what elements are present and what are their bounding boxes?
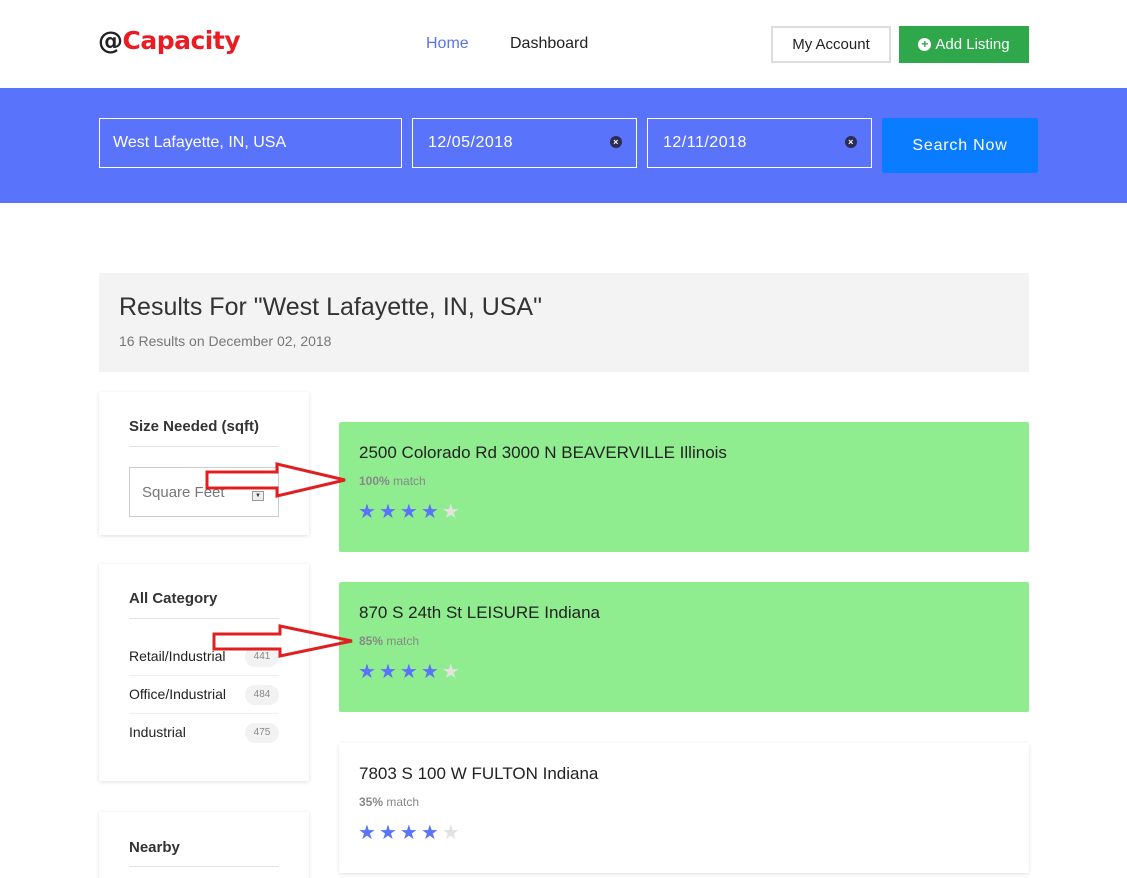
category-count-badge: 475: [245, 723, 279, 743]
nearby-filter-heading: Nearby: [129, 839, 180, 856]
nav-home-link[interactable]: Home: [426, 35, 469, 53]
star-icon: ★: [378, 661, 397, 683]
logo-name: Capacity: [122, 26, 241, 55]
star-icon: ★: [441, 501, 460, 523]
star-icon: ★: [399, 501, 418, 523]
star-icon: ★: [358, 501, 376, 523]
divider: [129, 446, 279, 447]
logo-at: @: [98, 26, 123, 55]
listing-card[interactable]: 2500 Colorado Rd 3000 N BEAVERVILLE Illi…: [339, 422, 1029, 552]
match-percent: 100%: [359, 474, 390, 488]
match-percent: 35%: [359, 795, 384, 809]
add-listing-label: Add Listing: [935, 36, 1010, 53]
red-arrow-icon: [212, 624, 353, 658]
listing-title[interactable]: 7803 S 100 W FULTON Indiana: [359, 764, 598, 784]
category-label: Industrial: [129, 724, 186, 740]
rating-stars: ★ ★ ★ ★ ★: [358, 662, 460, 682]
listing-card[interactable]: 870 S 24th St LEISURE Indiana 85% match …: [339, 582, 1029, 712]
search-band: West Lafayette, IN, USA 12/05/2018 × 12/…: [0, 88, 1127, 203]
red-arrow-icon: [205, 462, 346, 498]
results-subtitle: 16 Results on December 02, 2018: [119, 333, 332, 349]
site-logo[interactable]: @Capacity: [98, 26, 241, 55]
category-label: Office/Industrial: [129, 686, 227, 702]
nearby-filter-box: Nearby: [99, 812, 309, 878]
star-icon: ★: [399, 822, 418, 844]
top-header: @Capacity Home Dashboard My Account + Ad…: [0, 0, 1127, 88]
listing-title[interactable]: 870 S 24th St LEISURE Indiana: [359, 603, 600, 623]
location-value: West Lafayette, IN, USA: [113, 134, 287, 151]
start-date-value: 12/05/2018: [428, 134, 514, 151]
star-icon: ★: [420, 501, 439, 523]
end-date-input[interactable]: 12/11/2018 ×: [647, 118, 872, 168]
category-filter-box: All Category Retail/Industrial 441 Offic…: [99, 564, 309, 781]
start-date-input[interactable]: 12/05/2018 ×: [412, 118, 637, 168]
category-count-badge: 484: [245, 685, 279, 705]
star-icon: ★: [378, 822, 397, 844]
end-date-value: 12/11/2018: [663, 134, 747, 151]
match-word: match: [386, 795, 420, 809]
close-circle-icon[interactable]: ×: [845, 136, 857, 148]
match-word: match: [393, 474, 426, 488]
star-icon: ★: [420, 661, 439, 683]
rating-stars: ★ ★ ★ ★ ★: [358, 502, 460, 522]
category-filter-heading: All Category: [129, 590, 218, 607]
rating-stars: ★ ★ ★ ★ ★: [358, 823, 460, 843]
match-word: match: [386, 634, 420, 648]
results-header: Results For "West Lafayette, IN, USA" 16…: [99, 273, 1029, 372]
star-icon: ★: [441, 661, 460, 683]
category-item-office-industrial[interactable]: Office/Industrial 484: [129, 676, 279, 714]
listing-card[interactable]: 7803 S 100 W FULTON Indiana 35% match ★ ★…: [339, 743, 1029, 873]
close-circle-icon[interactable]: ×: [610, 136, 622, 148]
listing-title[interactable]: 2500 Colorado Rd 3000 N BEAVERVILLE Illi…: [359, 443, 727, 463]
location-input[interactable]: West Lafayette, IN, USA: [99, 118, 402, 168]
star-icon: ★: [358, 822, 376, 844]
listing-match: 85% match: [359, 634, 419, 648]
listing-match: 100% match: [359, 474, 426, 488]
category-item-industrial[interactable]: Industrial 475: [129, 714, 279, 752]
my-account-label: My Account: [792, 36, 870, 53]
results-title: Results For "West Lafayette, IN, USA": [119, 293, 542, 321]
star-icon: ★: [378, 501, 397, 523]
my-account-button[interactable]: My Account: [771, 26, 891, 63]
size-filter-heading: Size Needed (sqft): [129, 418, 260, 435]
star-icon: ★: [441, 822, 460, 844]
search-now-label: Search Now: [912, 136, 1008, 154]
search-now-button[interactable]: Search Now: [882, 118, 1038, 173]
listing-match: 35% match: [359, 795, 419, 809]
star-icon: ★: [399, 661, 418, 683]
star-icon: ★: [420, 822, 439, 844]
plus-circle-icon: +: [918, 38, 932, 51]
match-percent: 85%: [359, 634, 384, 648]
nav-dashboard-link[interactable]: Dashboard: [510, 35, 588, 53]
divider: [129, 618, 279, 619]
star-icon: ★: [358, 661, 376, 683]
divider: [129, 866, 279, 867]
add-listing-button[interactable]: + Add Listing: [899, 26, 1029, 63]
